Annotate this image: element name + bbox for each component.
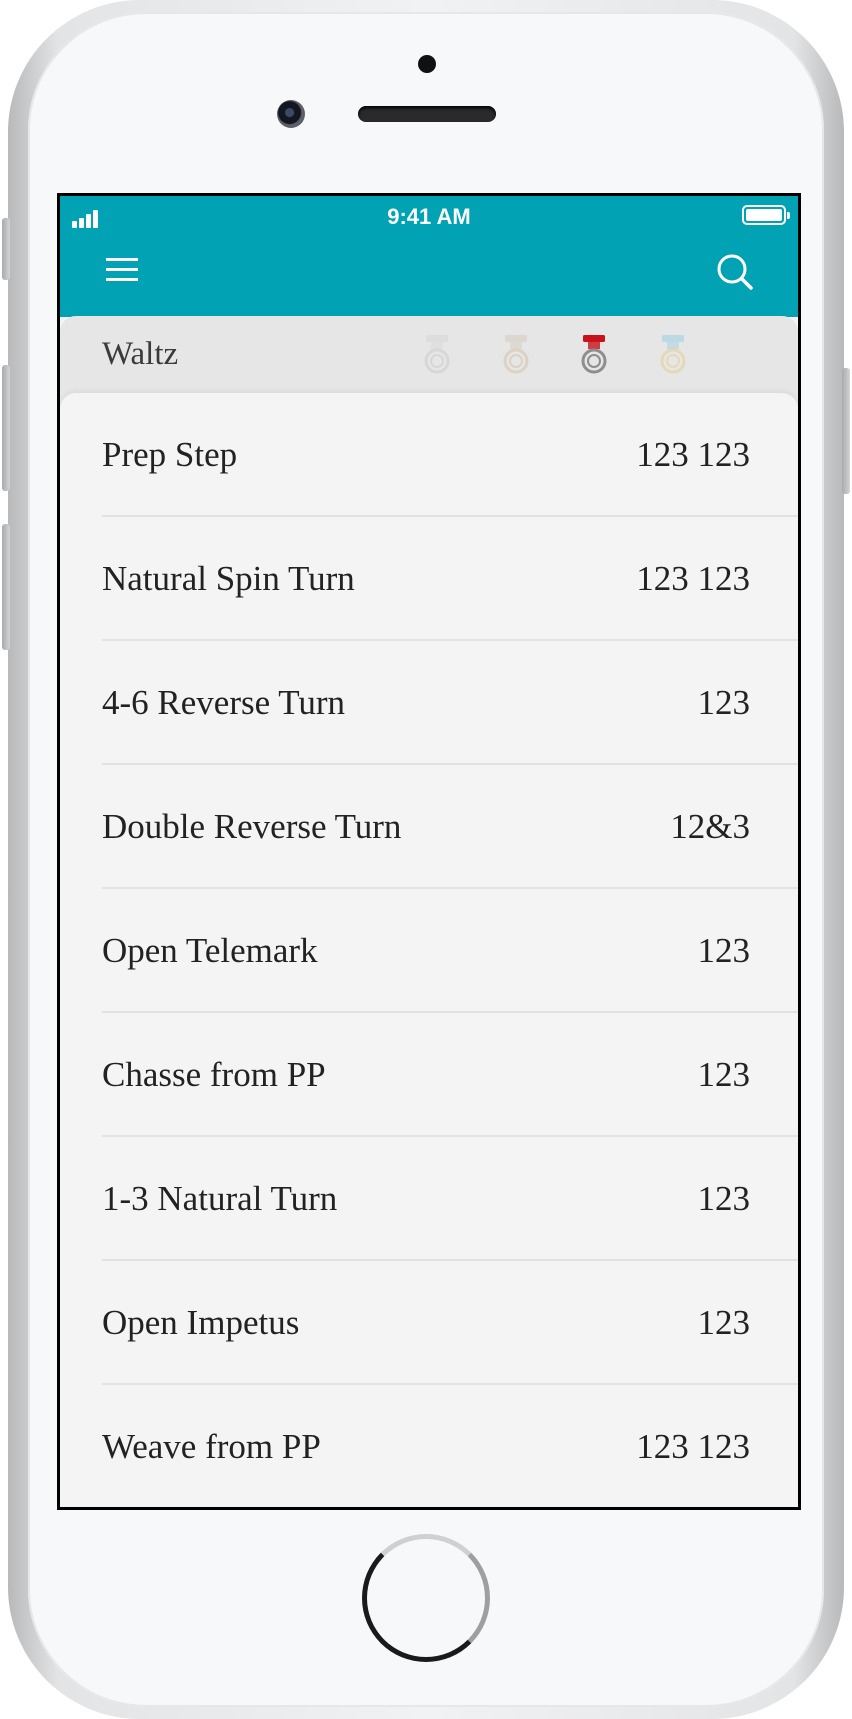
list-item[interactable]: 4-6 Reverse Turn 123 xyxy=(60,641,798,765)
pre-bronze-medal-icon[interactable] xyxy=(422,334,452,376)
list-item[interactable]: Chasse from PP 123 xyxy=(60,1013,798,1137)
list-item[interactable]: Weave from PP 123 123 xyxy=(60,1385,798,1507)
gold-medal-icon[interactable] xyxy=(658,334,688,376)
earpiece-speaker xyxy=(358,106,496,122)
search-icon[interactable] xyxy=(716,253,754,291)
list-item[interactable]: Prep Step 123 123 xyxy=(60,393,798,517)
front-camera xyxy=(277,100,305,128)
figure-name: 4-6 Reverse Turn xyxy=(102,683,346,722)
home-button[interactable] xyxy=(362,1534,490,1662)
volume-down-button xyxy=(2,524,10,650)
figure-name: 1-3 Natural Turn xyxy=(102,1179,338,1218)
figure-name: Natural Spin Turn xyxy=(102,559,355,598)
figure-count: 123 123 xyxy=(636,559,750,598)
figure-count: 123 xyxy=(697,683,751,722)
list-item[interactable]: Open Impetus 123 xyxy=(60,1261,798,1385)
figure-name: Weave from PP xyxy=(102,1427,321,1466)
silver-medal-icon[interactable] xyxy=(579,334,609,376)
mute-switch xyxy=(2,218,10,280)
figure-list: Prep Step 123 123 Natural Spin Turn 123 123… xyxy=(60,393,798,1507)
power-button xyxy=(842,368,850,494)
figure-count: 12&3 xyxy=(670,807,750,846)
status-time: 9:41 AM xyxy=(387,204,471,229)
app-screen: 9:41 AM Waltz Prep Step 123 123 Natural Sp… xyxy=(57,193,801,1510)
figure-count: 123 xyxy=(697,1055,751,1094)
app-bar: 9:41 AM xyxy=(60,196,798,317)
figure-name: Prep Step xyxy=(102,435,238,474)
figure-count: 123 123 xyxy=(636,435,750,474)
dance-title: Waltz xyxy=(102,336,179,372)
figure-count: 123 xyxy=(697,1179,751,1218)
figure-name: Double Reverse Turn xyxy=(102,807,402,846)
figure-name: Open Telemark xyxy=(102,931,318,970)
list-item[interactable]: Open Telemark 123 xyxy=(60,889,798,1013)
hamburger-menu-icon[interactable] xyxy=(106,256,140,284)
figure-count: 123 xyxy=(697,1303,751,1342)
battery-icon xyxy=(742,205,790,225)
proximity-sensor xyxy=(418,55,436,73)
list-item[interactable]: Natural Spin Turn 123 123 xyxy=(60,517,798,641)
bronze-medal-icon[interactable] xyxy=(501,334,531,376)
figure-count: 123 123 xyxy=(636,1427,750,1466)
figure-name: Open Impetus xyxy=(102,1303,300,1342)
figure-name: Chasse from PP xyxy=(102,1055,326,1094)
list-item[interactable]: 1-3 Natural Turn 123 xyxy=(60,1137,798,1261)
list-item[interactable]: Double Reverse Turn 12&3 xyxy=(60,765,798,889)
volume-up-button xyxy=(2,365,10,491)
figure-count: 123 xyxy=(697,931,751,970)
